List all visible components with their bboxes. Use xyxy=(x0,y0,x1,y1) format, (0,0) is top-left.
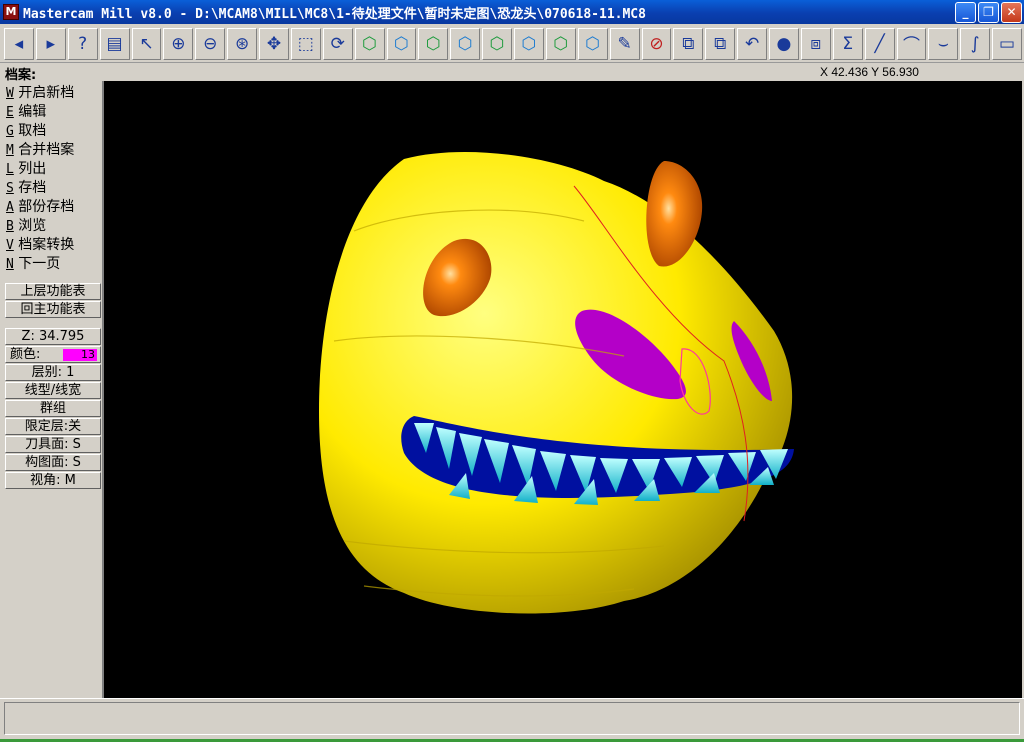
menu-item-list[interactable]: L 列出 xyxy=(6,158,46,177)
forward-icon[interactable]: ▸ xyxy=(35,27,66,60)
color-label: 颜色: xyxy=(10,347,41,362)
cplane-button[interactable]: 构图面: S xyxy=(5,454,101,471)
fillet-icon[interactable]: ⌣ xyxy=(928,27,959,60)
menu-item-label: 部份存档 xyxy=(18,199,75,215)
view-side-icon[interactable]: ⬡ xyxy=(418,27,449,60)
back-menu-button[interactable]: 上层功能表 xyxy=(5,283,101,300)
menu-item-label: 编辑 xyxy=(18,104,47,120)
zoom-window-icon[interactable]: ⬚ xyxy=(290,27,321,60)
clear-color-icon[interactable]: ✎ xyxy=(609,27,640,60)
cplane-front-icon[interactable]: ⬡ xyxy=(514,27,544,60)
menu-item-merge[interactable]: M 合并档案 xyxy=(6,139,74,158)
menu-item-open-new[interactable]: W 开启新档 xyxy=(6,82,74,101)
dinosaur-head-model xyxy=(319,151,794,614)
window-controls: _ ❐ ✕ xyxy=(955,2,1022,23)
delete-icon[interactable]: ⊘ xyxy=(641,27,672,60)
menu-item-browse[interactable]: B 浏览 xyxy=(6,215,46,234)
analyze-icon[interactable]: ↖ xyxy=(131,27,162,60)
menu-item-label: 取档 xyxy=(18,123,47,139)
linetype-button[interactable]: 线型/线宽 xyxy=(5,382,101,399)
menu-item-label: 档案转换 xyxy=(18,237,75,253)
prompt-area xyxy=(0,698,1024,742)
menu-item-label: 合并档案 xyxy=(18,142,75,158)
cursor-coordinates: X 42.436 Y 56.930 xyxy=(820,65,919,79)
menu-item-label: 存档 xyxy=(18,180,47,196)
cplane-top-icon[interactable]: ⬡ xyxy=(482,27,512,60)
main-menu-panel: W 开启新档 E 编辑 G 取档 M 合并档案 L 列出 S 存档 A 部份存档… xyxy=(0,81,104,698)
hotkey: W xyxy=(6,86,14,101)
arc-icon[interactable]: ⌒ xyxy=(896,27,927,60)
rotate-icon[interactable]: ⟳ xyxy=(322,27,353,60)
menu-item-label: 开启新档 xyxy=(18,85,75,101)
hotkey: B xyxy=(6,219,14,234)
hotkey: G xyxy=(6,124,14,139)
menu-item-get[interactable]: G 取档 xyxy=(6,120,46,139)
menu-item-label: 浏览 xyxy=(18,218,47,234)
translate-icon[interactable]: ⧉ xyxy=(673,27,704,60)
color-swatch: 13 xyxy=(63,349,97,361)
shade-icon[interactable]: ● xyxy=(769,27,799,60)
view-iso-icon[interactable]: ⬡ xyxy=(450,27,481,60)
main-menu-button[interactable]: 回主功能表 xyxy=(5,301,101,318)
undo-icon[interactable]: ↶ xyxy=(737,27,767,60)
maximize-button[interactable]: ❐ xyxy=(978,2,999,23)
view-front-icon[interactable]: ⬡ xyxy=(386,27,417,60)
rectangle-icon[interactable]: ▭ xyxy=(992,27,1022,60)
menu-item-next-page[interactable]: N 下一页 xyxy=(6,253,60,272)
hotkey: M xyxy=(6,143,14,158)
toolbar: ◂ ▸? ▤ ↖ ⊕ ⊖ ⊛ ✥ ⬚ ⟳ ⬡ ⬡ ⬡ ⬡ ⬡ ⬡ ⬡ ⬡ ✎ ⊘ ⧉ ⧉ ↶ ● ⧈ Σ ╱ ⌒ ⌣ ∫ ▭ xyxy=(0,25,1024,63)
zoom-icon[interactable]: ⊕ xyxy=(163,27,194,60)
line-icon[interactable]: ╱ xyxy=(864,27,895,60)
head-surface xyxy=(319,151,793,614)
help-icon[interactable]: ? xyxy=(67,27,98,60)
transform-icon[interactable]: ⧉ xyxy=(705,27,736,60)
hotkey: L xyxy=(6,162,14,177)
hotkey: A xyxy=(6,200,14,215)
back-icon[interactable]: ◂ xyxy=(4,27,34,60)
hotkey: E xyxy=(6,105,14,120)
zoom-fit-icon[interactable]: ⊛ xyxy=(227,27,257,60)
tplane-button[interactable]: 刀具面: S xyxy=(5,436,101,453)
group-button[interactable]: 群组 xyxy=(5,400,101,417)
window-title: Mastercam Mill v8.0 - D:\MCAM8\MILL\MC8\… xyxy=(23,6,646,22)
mask-button[interactable]: 限定层:关 xyxy=(5,418,101,435)
unzoom-icon[interactable]: ⊖ xyxy=(195,27,226,60)
hotkey: S xyxy=(6,181,14,196)
app-icon: M xyxy=(3,4,19,20)
menu-item-edit[interactable]: E 编辑 xyxy=(6,101,46,120)
menu-item-converters[interactable]: V 档案转换 xyxy=(6,234,74,253)
prompt-box xyxy=(4,702,1020,735)
level-button[interactable]: 层别: 1 xyxy=(5,364,101,381)
minimize-button[interactable]: _ xyxy=(955,2,976,23)
status-line: 档案: X 42.436 Y 56.930 xyxy=(0,63,1024,83)
cplane-3d-icon[interactable]: ⬡ xyxy=(577,27,608,60)
menu-item-label: 列出 xyxy=(18,161,47,177)
menu-item-label: 下一页 xyxy=(18,256,61,272)
gview-button[interactable]: 视角: M xyxy=(5,472,101,489)
group-icon[interactable]: ⧈ xyxy=(800,27,831,60)
close-button[interactable]: ✕ xyxy=(1001,2,1022,23)
hotkey: N xyxy=(6,257,14,272)
menu-item-save[interactable]: S 存档 xyxy=(6,177,46,196)
spline-icon[interactable]: ∫ xyxy=(960,27,991,60)
title-bar: M Mastercam Mill v8.0 - D:\MCAM8\MILL\MC… xyxy=(0,0,1024,24)
pan-icon[interactable]: ✥ xyxy=(259,27,289,60)
sigma-icon[interactable]: Σ xyxy=(832,27,863,60)
hotkey: V xyxy=(6,238,14,253)
cplane-side-icon[interactable]: ⬡ xyxy=(545,27,576,60)
z-depth-button[interactable]: Z: 34.795 xyxy=(5,328,101,345)
menu-item-save-some[interactable]: A 部份存档 xyxy=(6,196,74,215)
calculator-icon[interactable]: ▤ xyxy=(99,27,130,60)
view-top-icon[interactable]: ⬡ xyxy=(354,27,385,60)
graphics-viewport[interactable] xyxy=(104,81,1022,698)
color-button[interactable]: 颜色: 13 xyxy=(5,346,101,363)
